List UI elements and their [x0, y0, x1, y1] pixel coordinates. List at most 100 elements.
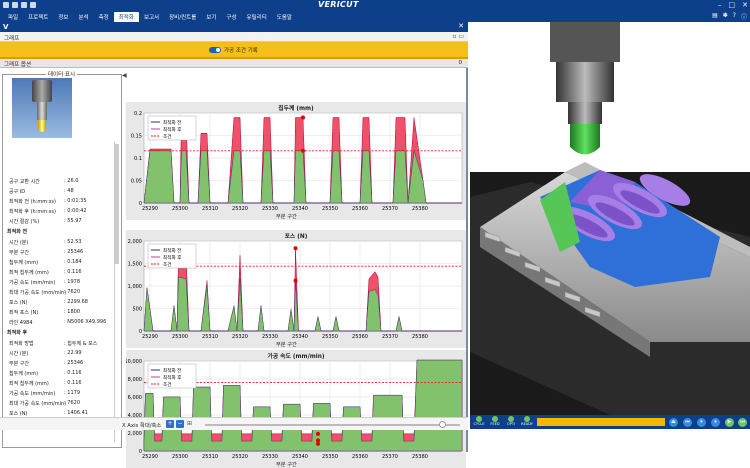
- data-value: : 1179: [64, 389, 80, 396]
- data-key: 최대 가공 속도 (mm/min): [9, 290, 67, 297]
- ready-indicator: READY: [519, 416, 535, 426]
- tab-graph[interactable]: 그래프: [4, 34, 19, 42]
- data-value: : 0.116: [64, 268, 82, 275]
- legend-entry: 최적화 전: [163, 367, 181, 374]
- data-key: 시간 (분): [9, 350, 29, 357]
- menu-item-2[interactable]: 정보: [53, 12, 73, 22]
- data-row: 최적화 후 (h:mm:ss): 0:00:42: [6, 206, 114, 216]
- data-row: 최대 가공 속도 (mm/min): 7620: [6, 398, 114, 408]
- reset-button[interactable]: ⏏: [669, 418, 678, 427]
- y-tick-label: 1,500: [128, 261, 142, 267]
- play-to-end-button[interactable]: ⏭: [738, 418, 747, 427]
- new-file-icon[interactable]: [3, 2, 9, 8]
- menu-item-6[interactable]: 보고서: [139, 12, 164, 22]
- cursor-marker[interactable]: [293, 246, 298, 251]
- x-tick-label: 25380: [412, 334, 428, 340]
- y-tick-label: 0.15: [131, 133, 142, 139]
- x-tick-label: 25340: [292, 454, 308, 460]
- data-panel-scrollbar[interactable]: [114, 142, 119, 442]
- data-value: : 1800: [64, 309, 80, 316]
- x-axis-label: 부분 구간: [276, 462, 297, 468]
- zoom-slider[interactable]: [205, 421, 460, 428]
- cursor-marker[interactable]: [316, 441, 320, 446]
- x-tick-label: 25320: [232, 206, 248, 212]
- data-key: 최적화 후 (h:mm:ss): [9, 209, 56, 216]
- menu-item-4[interactable]: 측정: [94, 12, 114, 22]
- y-tick-label: 1,000: [128, 284, 142, 290]
- step-button[interactable]: ⏵: [697, 418, 706, 427]
- simulation-progress-bar[interactable]: [537, 418, 665, 426]
- section-heading: 최적화 전: [6, 226, 114, 236]
- undo-icon[interactable]: [30, 2, 36, 8]
- spindle: [556, 62, 614, 102]
- cursor-marker[interactable]: [301, 115, 305, 120]
- y-tick-label: 500: [132, 306, 142, 312]
- cursor-marker[interactable]: [316, 438, 320, 443]
- machining-scene: [470, 22, 750, 415]
- menu-item-7[interactable]: 장비/컨트롤: [164, 12, 201, 22]
- zoom-out-button[interactable]: −: [176, 420, 184, 428]
- data-value: : 0.116: [64, 369, 82, 376]
- open-folder-icon[interactable]: [12, 2, 18, 8]
- x-axis-label: 부분 구간: [276, 342, 297, 348]
- x-tick-label: 25300: [172, 206, 188, 212]
- y-tick-label: 6,000: [128, 395, 142, 401]
- close-pane-icon[interactable]: ✕: [458, 22, 464, 30]
- play-button[interactable]: ▶: [725, 418, 734, 427]
- menu-item-0[interactable]: 파일: [3, 12, 23, 22]
- zoom-slider-handle[interactable]: [439, 421, 446, 428]
- layout-icon[interactable]: ▤: [712, 12, 718, 21]
- chart-2[interactable]: 25290 25300 25310 25320 25330 25340 25350 25360…: [126, 350, 466, 468]
- pause-button[interactable]: ⏸: [711, 418, 720, 427]
- menu-item-5[interactable]: 최적화: [113, 11, 139, 22]
- chart-title: 칩두께 (mm): [278, 106, 314, 112]
- info-icon[interactable]: ⓘ: [741, 12, 747, 21]
- x-tick-label: 25370: [382, 454, 398, 460]
- chart-legend: 최적화 전최적화 후조건: [147, 243, 197, 269]
- zoom-in-button[interactable]: +: [166, 420, 174, 428]
- graph-options-bar[interactable]: 그래프 옵션 0: [0, 59, 468, 68]
- tab-window-icons[interactable]: ▫ ▭: [452, 33, 464, 40]
- menu-item-8[interactable]: 보기: [201, 12, 221, 22]
- save-icon[interactable]: [21, 2, 27, 8]
- x-tick-label: 25330: [262, 454, 278, 460]
- cursor-marker[interactable]: [316, 431, 320, 436]
- 3d-viewer[interactable]: [470, 22, 750, 415]
- y-tick-label: 0: [139, 329, 142, 335]
- minimize-icon[interactable]: –: [718, 1, 722, 10]
- data-key: 가공 속도 (mm/min): [9, 279, 56, 286]
- cursor-marker[interactable]: [293, 278, 298, 283]
- data-key: 최적 포스 (N): [9, 310, 39, 317]
- menu-item-11[interactable]: 도움말: [272, 12, 297, 22]
- chart-0[interactable]: 25290 25300 25310 25320 25330 25340 25350 25360…: [126, 102, 466, 220]
- chart-1[interactable]: 25290 25300 25310 25320 25330 25340 25350 25360…: [126, 230, 466, 348]
- cursor-marker[interactable]: [301, 148, 305, 153]
- record-toggle[interactable]: [209, 47, 221, 53]
- menu-item-10[interactable]: 유틸리티: [242, 12, 272, 22]
- legend-entry: 최적화 전: [163, 247, 181, 254]
- fit-view-icon[interactable]: ⊞: [187, 420, 192, 427]
- settings-icon[interactable]: ✽: [723, 12, 728, 21]
- data-key: 공구 교환 시간: [9, 179, 40, 185]
- graph-options-count: 0: [458, 60, 463, 66]
- x-tick-label: 25320: [232, 454, 248, 460]
- help-icon[interactable]: ?: [733, 12, 736, 21]
- data-value: : 0.116: [64, 379, 82, 386]
- menu-item-9[interactable]: 구성: [221, 12, 241, 22]
- legend-entry: 최적화 후: [163, 126, 181, 133]
- menu-item-1[interactable]: 프로젝트: [23, 12, 53, 22]
- menu-item-3[interactable]: 분석: [74, 12, 94, 22]
- close-icon[interactable]: ✕: [742, 1, 748, 10]
- chart-legend: 최적화 전최적화 후조건: [147, 115, 197, 141]
- data-value: : 0.184: [64, 258, 82, 265]
- data-key: 최적화 전: [7, 229, 28, 236]
- x-tick-label: 25290: [142, 334, 158, 340]
- data-row: 시간 절감 (%): 55.97: [6, 216, 114, 226]
- maximize-icon[interactable]: □: [729, 1, 736, 10]
- data-value: : N5006 X49.996: [64, 319, 107, 326]
- data-row: 가공 속도 (mm/min): 1978: [6, 277, 114, 287]
- x-tick-label: 25310: [202, 454, 218, 460]
- rewind-button[interactable]: ⏮: [683, 418, 692, 427]
- data-key: 포스 (N): [9, 300, 28, 307]
- data-row: 최적화 전 (h:mm:ss): 0:01:35: [6, 196, 114, 206]
